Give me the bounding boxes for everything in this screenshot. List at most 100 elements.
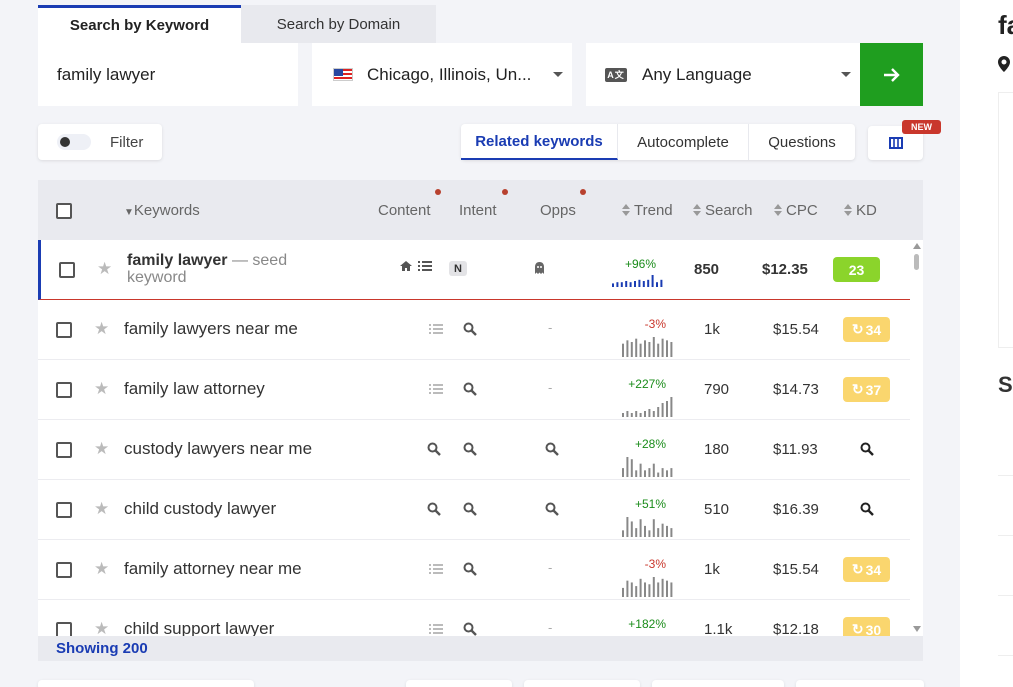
list-icon [429,383,443,398]
toggle-switch[interactable] [57,134,91,150]
scroll-down-icon[interactable] [913,626,921,632]
search-icon [545,502,559,519]
table-row[interactable]: ★ family lawyers near me - -3% 1k $15.54… [38,300,910,360]
sparkline-bar [642,281,645,287]
sparkline-bar [652,577,655,597]
search-icon[interactable] [860,442,874,459]
row-checkbox[interactable] [56,382,72,398]
kd-value: 30 [865,621,882,637]
tab-related-keywords[interactable]: Related keywords [461,124,618,160]
row-checkbox[interactable] [56,502,72,518]
star-icon[interactable]: ★ [94,379,109,399]
sort-down-icon: ▼ [124,207,134,218]
sparkline-bar [625,281,628,287]
tab-autocomplete[interactable]: Autocomplete [618,124,749,160]
sparkline-bar [635,338,638,357]
star-icon[interactable]: ★ [94,559,109,579]
sparkline-bar [635,470,638,477]
sparkline-bar [670,342,673,357]
filter-toggle[interactable]: Filter [38,124,162,160]
sparkline-bar [661,468,664,477]
trend-sparkline [622,577,673,597]
table-row[interactable]: ★ child custody lawyer +51% 510 $16.39 [38,480,910,540]
row-checkbox[interactable] [59,262,75,278]
col-keywords[interactable]: ▼Keywords [124,202,200,219]
col-intent[interactable]: Intent [459,202,497,219]
sparkline-bar [670,582,673,597]
trend-sparkline [622,337,673,357]
opps-empty: - [548,560,553,575]
search-volume: 180 [704,441,730,458]
row-checkbox[interactable] [56,622,72,636]
sparkline-bar [666,580,668,597]
scroll-up-icon[interactable] [913,243,921,249]
star-icon[interactable]: ★ [97,259,112,279]
table-row[interactable]: ★ custody lawyers near me +28% 180 $11.9… [38,420,910,480]
search-volume: 1k [704,561,720,578]
sparkline-bar [639,463,642,477]
chevron-down-icon [553,72,563,77]
table-body: ★ family lawyer — seed keyword N +96% 85… [38,240,910,636]
col-kd-label: KD [856,202,877,219]
search-icon [545,442,559,459]
cpc-value: $11.93 [773,441,818,458]
row-checkbox[interactable] [56,562,72,578]
tab-questions[interactable]: Questions [749,124,855,160]
row-checkbox[interactable] [56,322,72,338]
kd-value: 34 [865,561,882,578]
kd-value: 34 [865,321,882,338]
table-row[interactable]: ★ family law attorney - +227% 790 $14.73… [38,360,910,420]
list-icon [429,323,443,338]
sparkline-bar [644,470,646,477]
new-badge: NEW [902,120,941,134]
tab-search-by-keyword[interactable]: Search by Keyword [38,5,241,43]
col-trend-label: Trend [634,202,673,219]
list-icon [429,563,443,578]
table-row[interactable]: ★ family lawyer — seed keyword N +96% 85… [38,240,910,300]
search-icon [427,502,441,519]
scroll-thumb[interactable] [914,254,919,270]
tab-search-by-domain[interactable]: Search by Domain [241,5,436,43]
star-icon[interactable]: ★ [94,619,109,636]
star-icon[interactable]: ★ [94,439,109,459]
row-checkbox[interactable] [56,442,72,458]
refresh-icon: ↻ [851,381,864,397]
kd-badge: ↻ 37 [843,377,890,402]
search-icon [463,562,477,579]
search-icon[interactable] [860,502,874,519]
table-row[interactable]: ★ family attorney near me - -3% 1k $15.5… [38,540,910,600]
col-kd[interactable]: KD [844,202,877,219]
col-opps[interactable]: Opps [540,202,576,219]
language-select[interactable]: A文 Any Language [586,43,860,106]
divider [998,475,1013,476]
search-submit-button[interactable] [860,43,923,106]
table-scrollbar[interactable] [910,240,923,636]
search-volume: 790 [704,381,730,398]
star-icon[interactable]: ★ [94,499,109,519]
info-dot [435,189,441,195]
keyword-text: custody lawyers near me [124,439,313,458]
cpc-value: $12.18 [773,621,819,636]
list-icon [418,260,432,275]
col-search[interactable]: Search [693,202,753,219]
keyword-text: family lawyers near me [124,319,298,338]
star-icon[interactable]: ★ [94,319,109,339]
sparkline-bar [630,521,633,537]
location-select[interactable]: Chicago, Illinois, Un... [312,43,572,106]
sparkline-bar [622,468,624,477]
col-content[interactable]: Content [378,202,431,219]
sparkline-bar [648,468,651,477]
trend-percent: +28% [634,437,666,451]
table-row[interactable]: ★ child support lawyer - +182% 1.1k $12.… [38,600,910,636]
sparkline-bar [626,517,629,537]
sparkline-bar [630,459,633,477]
col-trend[interactable]: Trend [622,202,673,219]
select-all-checkbox[interactable] [56,203,72,219]
trend-sparkline [622,457,673,477]
search-volume: 510 [704,501,730,518]
keyword-input[interactable] [38,43,298,106]
col-cpc[interactable]: CPC [774,202,818,219]
filter-label: Filter [110,133,144,151]
divider [298,43,312,106]
sparkline-bar [630,342,633,357]
